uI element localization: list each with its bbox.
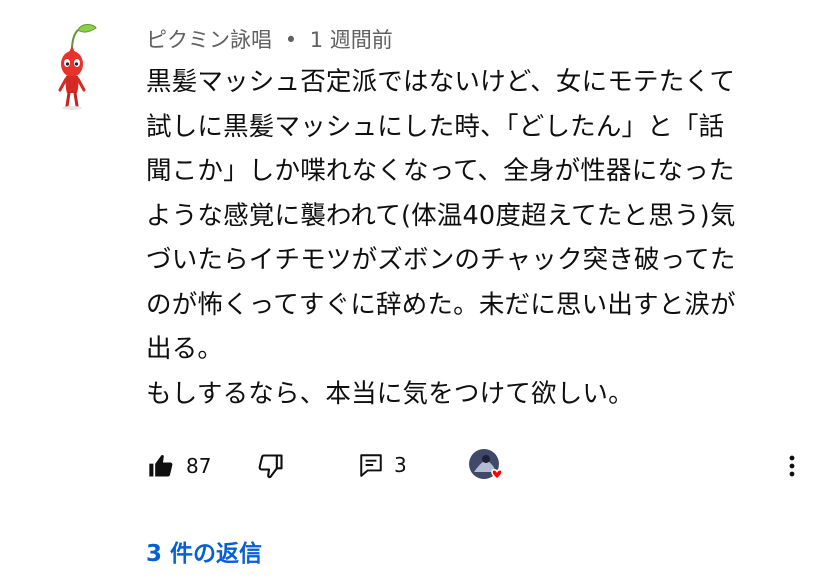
- creator-heart-icon: [469, 449, 503, 481]
- thumbs-up-filled-icon: [149, 454, 173, 477]
- view-replies-link[interactable]: 3 件の返信: [146, 534, 262, 568]
- comment-line: のが怖くってすぐに辞めた。未だに思い出すと涙が: [146, 289, 736, 320]
- comment-timestamp[interactable]: 1 週間前: [310, 28, 393, 52]
- pikmin-avatar-image: [58, 24, 97, 110]
- comment-line: ような感覚に襲われて(体温40度超えてたと思う)気: [146, 200, 736, 231]
- comment-line: 黒髪マッシュ否定派ではないけど、女にモテたくて: [146, 67, 736, 97]
- comment-line: 試しに黒髪マッシュにした時、「どしたん」と「話: [146, 111, 725, 142]
- meta-separator: •: [284, 28, 298, 52]
- author-avatar[interactable]: [48, 20, 98, 110]
- more-vertical-icon: [789, 455, 795, 477]
- reply-button[interactable]: 3: [358, 452, 407, 478]
- comment-line: 聞こか」しか喋れなくなって、全身が性器になった: [146, 156, 735, 186]
- comment-header: ピクミン詠唱 • 1 週間前: [146, 24, 393, 54]
- reply-count: 3: [394, 453, 407, 477]
- thumbs-down-outline-icon: [258, 454, 283, 479]
- comment-more-button[interactable]: [780, 452, 804, 480]
- creator-heart-badge: [468, 448, 508, 484]
- dislike-button[interactable]: [256, 452, 286, 480]
- comment-line: づいたらイチモツがズボンのチャック突き破ってた: [146, 245, 736, 275]
- reply-comment-icon: [360, 454, 382, 477]
- like-button[interactable]: 87: [146, 452, 211, 480]
- like-count: 87: [186, 454, 212, 478]
- author-name[interactable]: ピクミン詠唱: [146, 28, 272, 52]
- comment-line: 出る。: [146, 334, 224, 364]
- comment-body: 黒髪マッシュ否定派ではないけど、女にモテたくて 試しに黒髪マッシュにした時、「ど…: [146, 60, 806, 416]
- comment-action-bar: 87 3: [142, 446, 812, 486]
- comment-line: もしするなら、本当に気をつけて欲しい。: [146, 378, 634, 409]
